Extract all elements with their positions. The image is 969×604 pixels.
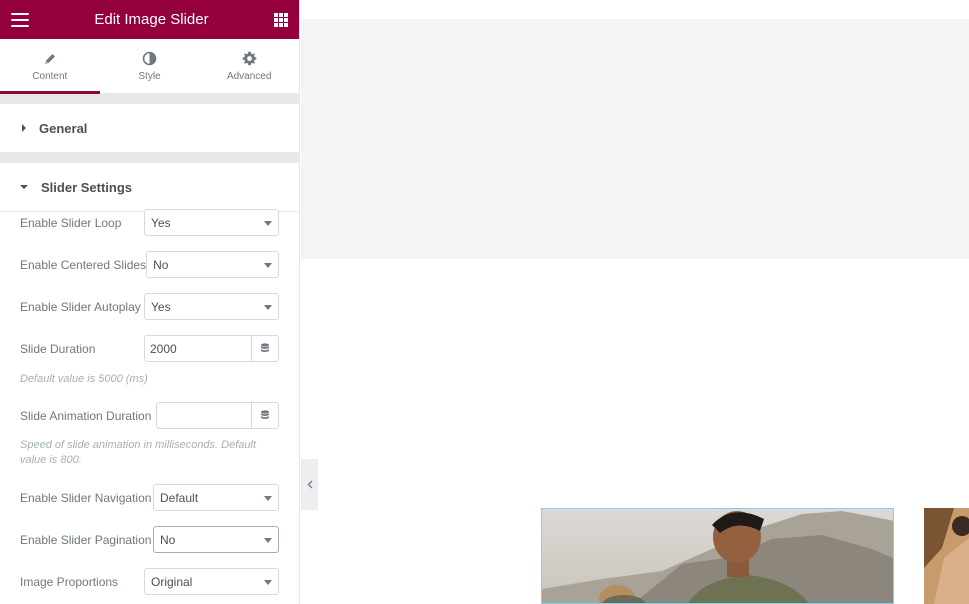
tab-style[interactable]: Style: [99, 39, 200, 93]
slider-image-2[interactable]: [924, 508, 969, 604]
control-label: Slide Animation Duration: [20, 408, 152, 423]
control-centered-slides: Enable Centered Slides No: [20, 251, 279, 278]
image-proportions-select[interactable]: Original: [144, 568, 279, 595]
dynamic-tags-button[interactable]: [251, 335, 279, 362]
slide-photo: [924, 508, 969, 604]
slide-duration-field: 2000: [144, 335, 279, 362]
control-slide-animation-duration: Slide Animation Duration: [20, 402, 279, 429]
chevron-down-icon: [264, 221, 272, 226]
control-label: Enable Centered Slides: [20, 257, 147, 272]
database-icon: [261, 410, 269, 419]
control-label: Enable Slider Autoplay: [20, 299, 141, 314]
section-general[interactable]: General: [0, 104, 299, 153]
section-divider: [0, 94, 299, 104]
control-slider-loop: Enable Slider Loop Yes: [20, 209, 279, 236]
chevron-down-icon: [264, 263, 272, 268]
grid-icon[interactable]: [273, 12, 288, 27]
select-value: Yes: [151, 215, 171, 230]
tab-label: Advanced: [226, 70, 272, 82]
control-label: Slide Duration: [20, 341, 96, 356]
gear-icon: [241, 51, 257, 67]
hamburger-icon[interactable]: [11, 12, 29, 27]
control-slider-pagination: Enable Slider Pagination No: [20, 526, 279, 553]
control-slider-navigation: Enable Slider Navigation Default: [20, 484, 279, 511]
control-label: Image Proportions: [20, 574, 119, 589]
slider-loop-select[interactable]: Yes: [144, 209, 279, 236]
slide-duration-input[interactable]: 2000: [144, 335, 251, 362]
tab-content[interactable]: Content: [0, 39, 100, 94]
slider-navigation-select[interactable]: Default: [153, 484, 279, 511]
section-label: Slider Settings: [41, 179, 133, 195]
centered-slides-select[interactable]: No: [146, 251, 279, 278]
slider-image-1[interactable]: [541, 508, 894, 604]
select-value: Yes: [151, 299, 171, 314]
control-slider-autoplay: Enable Slider Autoplay Yes: [20, 293, 279, 320]
section-label: General: [39, 120, 88, 136]
hero-section: [301, 19, 969, 259]
slider-pagination-select[interactable]: No: [153, 526, 279, 553]
control-label: Enable Slider Pagination: [20, 532, 152, 547]
panel-tabs: Content Style Advanced: [0, 39, 299, 94]
tab-label: Style: [138, 70, 161, 82]
slide-duration-description: Default value is 5000 (ms): [20, 373, 148, 385]
animation-duration-input[interactable]: [156, 402, 251, 429]
control-slide-duration: Slide Duration 2000: [20, 335, 279, 362]
section-slider-settings[interactable]: Slider Settings: [0, 163, 299, 212]
control-label: Enable Slider Loop: [20, 215, 122, 230]
chevron-down-icon: [264, 496, 272, 501]
panel-header: Edit Image Slider: [0, 0, 299, 39]
control-image-proportions: Image Proportions Original: [20, 568, 279, 595]
half-circle-icon: [142, 51, 158, 67]
chevron-left-icon: [307, 480, 312, 489]
chevron-down-icon: [264, 580, 272, 585]
select-value: No: [153, 257, 169, 272]
collapse-panel-button[interactable]: [301, 459, 318, 510]
editor-panel: Edit Image Slider Content Style Advanced…: [0, 0, 300, 604]
select-value: No: [160, 532, 176, 547]
database-icon: [261, 343, 269, 352]
tab-advanced[interactable]: Advanced: [199, 39, 299, 93]
pencil-icon: [42, 51, 58, 67]
tab-label: Content: [32, 70, 68, 82]
select-value: Default: [160, 490, 199, 505]
chevron-down-icon: [264, 305, 272, 310]
dynamic-tags-button[interactable]: [251, 402, 279, 429]
section-divider: [0, 153, 299, 163]
animation-duration-field: [156, 402, 279, 429]
slide-photo: [542, 509, 893, 603]
select-value: Original: [151, 574, 193, 589]
caret-down-icon: [20, 185, 28, 189]
control-label: Enable Slider Navigation: [20, 490, 152, 505]
panel-title: Edit Image Slider: [94, 11, 209, 28]
slider-autoplay-select[interactable]: Yes: [144, 293, 279, 320]
animation-duration-description: Speed of slide animation in milliseconds…: [20, 439, 257, 466]
caret-right-icon: [22, 124, 26, 132]
chevron-down-icon: [264, 538, 272, 543]
